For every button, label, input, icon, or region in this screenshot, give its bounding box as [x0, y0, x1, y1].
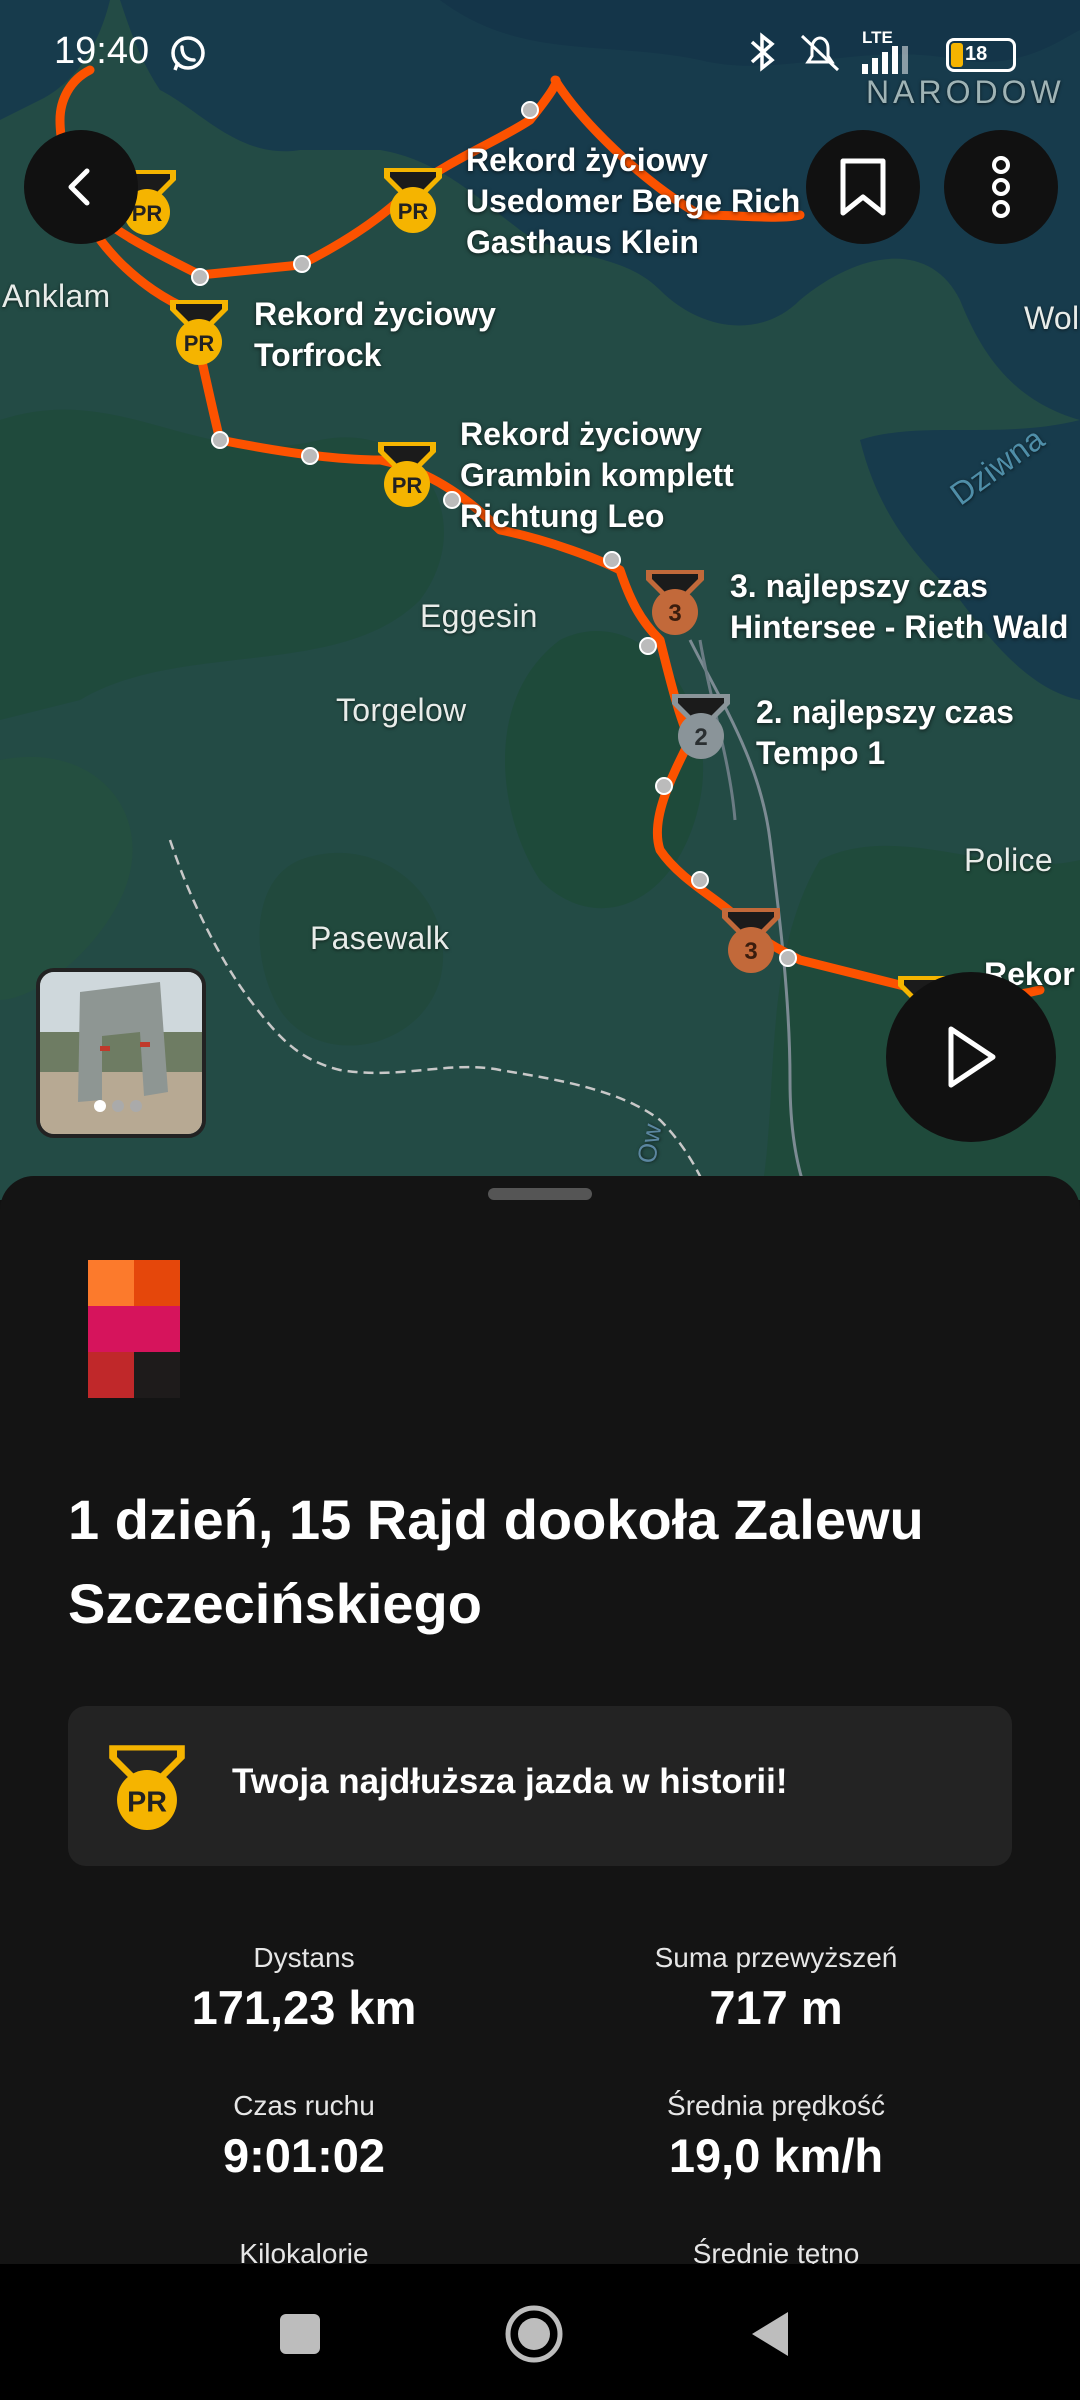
- segment-label[interactable]: 3. najlepszy czas Hintersee - Rieth Wald: [730, 566, 1068, 648]
- activity-title: 1 dzień, 15 Rajd dookoła Zalewu Szczeciń…: [68, 1488, 924, 1635]
- back-nav-icon[interactable]: [748, 2308, 792, 2360]
- bookmark-button[interactable]: [806, 130, 920, 244]
- play-flyover-button[interactable]: [886, 972, 1056, 1142]
- battery-percent: 18: [965, 43, 988, 65]
- svg-text:2: 2: [694, 724, 707, 751]
- battery-indicator: 18: [946, 38, 1016, 72]
- pr-medal-icon: PR: [109, 1745, 185, 1830]
- stat-moving-time: Czas ruchu 9:01:02: [64, 2090, 544, 2183]
- svg-text:PR: PR: [127, 1787, 167, 1819]
- whatsapp-icon: [171, 36, 205, 71]
- athlete-avatar[interactable]: [88, 1260, 228, 1400]
- bookmark-icon: [840, 158, 886, 216]
- place-label-eggesin: Eggesin: [420, 598, 538, 634]
- stat-label: Suma przewyższeń: [654, 1942, 898, 1973]
- stat-label: Dystans: [253, 1942, 355, 1973]
- bronze-medal-icon[interactable]: 3: [642, 566, 708, 638]
- play-icon: [948, 1026, 996, 1088]
- status-time: 19:40: [54, 30, 150, 72]
- stat-elevation-gain: Suma przewyższeń 717 m: [536, 1942, 1016, 2035]
- pr-medal-icon[interactable]: PR: [374, 438, 440, 510]
- more-vertical-icon: [992, 156, 1010, 218]
- svg-text:3: 3: [668, 600, 681, 627]
- svg-text:PR: PR: [392, 473, 423, 498]
- stat-label: Czas ruchu: [233, 2090, 375, 2121]
- stat-value: 9:01:02: [223, 2129, 385, 2182]
- mute-icon: [800, 34, 840, 72]
- silver-medal-icon[interactable]: 2: [668, 690, 734, 762]
- more-options-button[interactable]: [944, 130, 1058, 244]
- recent-apps-icon[interactable]: [278, 2312, 322, 2356]
- activity-details-sheet[interactable]: 1 dzień, 15 Rajd dookoła Zalewu Szczeciń…: [0, 1176, 1080, 2269]
- svg-text:3: 3: [744, 938, 757, 965]
- stat-label: Średnia prędkość: [667, 2090, 885, 2121]
- stat-average-speed: Średnia prędkość 19,0 km/h: [536, 2090, 1016, 2183]
- bluetooth-icon: [750, 32, 775, 72]
- place-label-wol: Wol: [1024, 300, 1080, 336]
- achievement-card[interactable]: PR Twoja najdłuższa jazda w historii!: [68, 1706, 1012, 1866]
- svg-text:PR: PR: [184, 331, 215, 356]
- battery-level: [951, 43, 963, 67]
- svg-text:PR: PR: [398, 199, 429, 224]
- stat-value: 171,23 km: [191, 1981, 417, 2034]
- photo-page-indicator: [94, 1100, 142, 1112]
- pr-medal-icon[interactable]: PR: [166, 296, 232, 368]
- route-map[interactable]: Anklam Eggesin Torgelow Pasewalk Police …: [0, 0, 1080, 1200]
- system-navigation-bar: [0, 2264, 1080, 2400]
- stat-value: 19,0 km/h: [668, 2129, 884, 2182]
- home-icon[interactable]: [504, 2304, 564, 2364]
- place-label-pasewalk: Pasewalk: [310, 920, 450, 956]
- photo-thumbnail[interactable]: [36, 968, 206, 1138]
- back-button[interactable]: [24, 130, 138, 244]
- stat-value: 717 m: [709, 1981, 843, 2034]
- sheet-drag-handle[interactable]: [488, 1188, 592, 1200]
- place-label-anklam: Anklam: [2, 278, 111, 314]
- signal-icon: [862, 46, 908, 74]
- segment-label[interactable]: Rekord życiowy Grambin komplett Richtung…: [460, 414, 734, 537]
- segment-label[interactable]: Rekord życiowy Usedomer Berge Rich Gasth…: [466, 140, 800, 263]
- stat-distance: Dystans 171,23 km: [64, 1942, 544, 2035]
- pr-medal-icon[interactable]: PR: [380, 164, 446, 236]
- status-bar: 19:40 LTE 18: [0, 0, 1080, 104]
- achievement-text: Twoja najdłuższa jazda w historii!: [232, 1762, 788, 1801]
- place-label-police: Police: [964, 842, 1053, 878]
- segment-label[interactable]: 2. najlepszy czas Tempo 1: [756, 692, 1014, 774]
- bronze-medal-icon[interactable]: 3: [718, 904, 784, 976]
- segment-label[interactable]: Rekord życiowy Torfrock: [254, 294, 496, 376]
- place-label-torgelow: Torgelow: [336, 692, 467, 728]
- svg-text:PR: PR: [132, 201, 163, 226]
- back-arrow-icon: [68, 168, 90, 206]
